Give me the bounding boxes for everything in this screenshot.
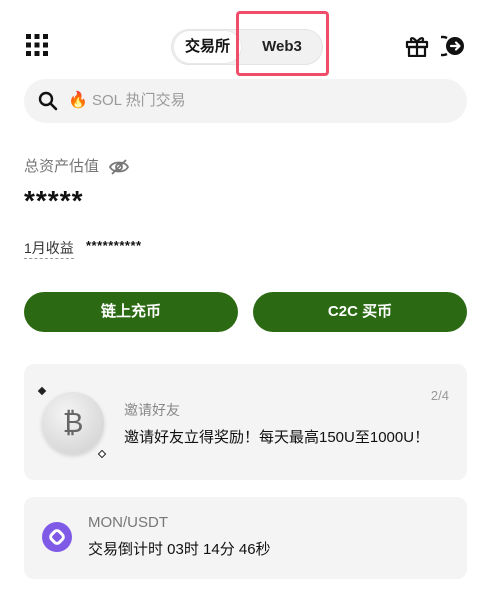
trading-countdown: 交易倒计时 03时 14分 46秒 xyxy=(88,541,271,558)
onchain-deposit-button[interactable]: 链上充币 xyxy=(24,292,238,332)
total-assets-value: ***** xyxy=(24,185,84,216)
mon-listing-card[interactable]: MON/USDT 交易倒计时 03时 14分 46秒 xyxy=(24,497,467,579)
tab-web3[interactable]: Web3 xyxy=(242,30,322,64)
c2c-buy-button[interactable]: C2C 买币 xyxy=(253,292,467,332)
trading-pair: MON/USDT xyxy=(88,514,168,531)
gift-icon[interactable] xyxy=(405,35,429,58)
exit-icon[interactable] xyxy=(432,35,465,57)
invite-description: 邀请好友立得奖励！每天最高150U至1000U！ xyxy=(124,429,430,446)
fire-icon: 🔥 xyxy=(68,92,88,109)
search-icon xyxy=(38,91,58,111)
bitcoin-icon: ₿ xyxy=(62,406,84,439)
monthly-earnings-label[interactable]: 1月收益 xyxy=(24,238,74,259)
invite-title: 邀请好友 xyxy=(124,402,180,418)
carousel-page-indicator: 2/4 xyxy=(430,388,449,403)
sparkle-outline-icon xyxy=(97,449,107,459)
invite-friends-card[interactable]: ₿ 邀请好友 邀请好友立得奖励！每天最高150U至1000U！ 2/4 xyxy=(24,364,467,480)
top-bar: 交易所 Web3 xyxy=(0,0,492,90)
mon-token-icon xyxy=(42,522,72,552)
eye-hidden-icon[interactable] xyxy=(108,157,130,177)
total-assets-label: 总资产估值 xyxy=(24,158,100,175)
tab-exchange[interactable]: 交易所 xyxy=(174,31,241,63)
monthly-earnings-value: ********** xyxy=(86,238,142,253)
exchange-web3-switch: 交易所 Web3 xyxy=(171,29,323,65)
coin-illustration: ₿ xyxy=(42,392,104,454)
search-bar[interactable]: 🔥 SOL 热门交易 xyxy=(24,79,467,123)
grid-menu-icon[interactable] xyxy=(26,34,48,56)
search-placeholder: SOL 热门交易 xyxy=(92,92,186,109)
